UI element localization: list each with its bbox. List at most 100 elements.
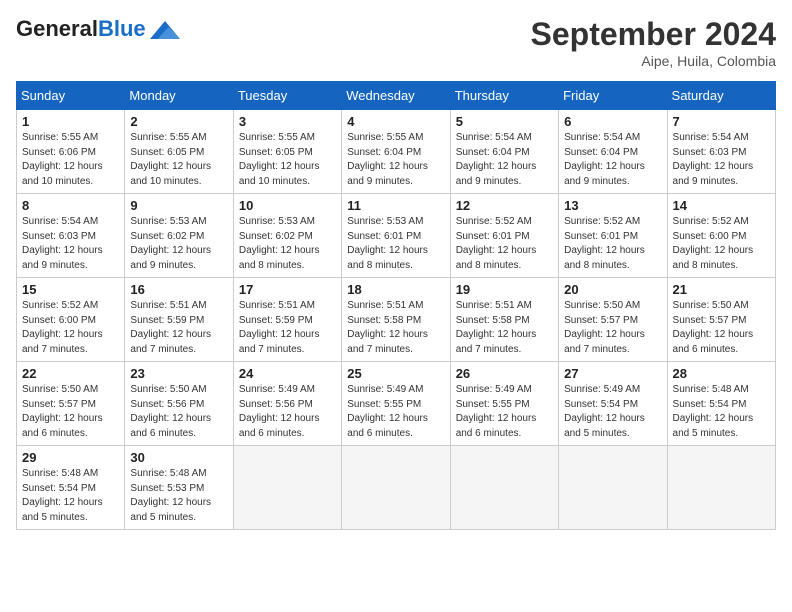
day-number: 25 [347, 366, 444, 381]
weekday-header-thursday: Thursday [450, 82, 558, 110]
day-number: 22 [22, 366, 119, 381]
calendar-cell: 15 Sunrise: 5:52 AMSunset: 6:00 PMDayligh… [17, 278, 125, 362]
day-number: 2 [130, 114, 227, 129]
day-number: 5 [456, 114, 553, 129]
calendar-cell: 24Sunrise: 5:49 AMSunset: 5:56 PMDayligh… [233, 362, 341, 446]
day-number: 26 [456, 366, 553, 381]
weekday-header-wednesday: Wednesday [342, 82, 450, 110]
day-info: Sunrise: 5:54 AMSunset: 6:03 PMDaylight:… [673, 131, 770, 189]
day-info: Sunrise: 5:54 AMSunset: 6:03 PMDaylight:… [22, 215, 119, 273]
day-info: Sunrise: 5:55 AMSunset: 6:06 PMDaylight:… [22, 131, 119, 189]
day-info: Sunrise: 5:51 AMSunset: 5:59 PMDaylight:… [130, 299, 227, 357]
day-info: Sunrise: 5:55 AMSunset: 6:04 PMDaylight:… [347, 131, 444, 189]
calendar-cell [233, 446, 341, 530]
week-row-3: 15 Sunrise: 5:52 AMSunset: 6:00 PMDayligh… [17, 278, 776, 362]
day-info: Sunrise: 5:51 AMSunset: 5:58 PMDaylight:… [347, 299, 444, 357]
calendar-cell [342, 446, 450, 530]
day-number: 3 [239, 114, 336, 129]
calendar-cell: 20 Sunrise: 5:50 AMSunset: 5:57 PMDayligh… [559, 278, 667, 362]
day-number: 21 [673, 282, 770, 297]
calendar-cell: 17 Sunrise: 5:51 AMSunset: 5:59 PMDayligh… [233, 278, 341, 362]
day-info: Sunrise: 5:52 AMSunset: 6:01 PMDaylight:… [564, 215, 661, 273]
week-row-4: 22 Sunrise: 5:50 AMSunset: 5:57 PMDayligh… [17, 362, 776, 446]
weekday-header-sunday: Sunday [17, 82, 125, 110]
calendar-body: 1 Sunrise: 5:55 AMSunset: 6:06 PMDaylight… [17, 110, 776, 530]
calendar-cell: 2 Sunrise: 5:55 AMSunset: 6:05 PMDaylight… [125, 110, 233, 194]
day-info: Sunrise: 5:50 AMSunset: 5:57 PMDaylight:… [564, 299, 661, 357]
day-info: Sunrise: 5:49 AMSunset: 5:54 PMDaylight:… [564, 383, 661, 441]
calendar-cell: 26 Sunrise: 5:49 AMSunset: 5:55 PMDayligh… [450, 362, 558, 446]
day-info: Sunrise: 5:55 AMSunset: 6:05 PMDaylight:… [130, 131, 227, 189]
calendar-cell: 3 Sunrise: 5:55 AMSunset: 6:05 PMDaylight… [233, 110, 341, 194]
day-info: Sunrise: 5:55 AMSunset: 6:05 PMDaylight:… [239, 131, 336, 189]
day-number: 28 [673, 366, 770, 381]
calendar-cell: 10 Sunrise: 5:53 AMSunset: 6:02 PMDayligh… [233, 194, 341, 278]
day-number: 27 [564, 366, 661, 381]
day-number: 1 [22, 114, 119, 129]
day-number: 16 [130, 282, 227, 297]
weekday-header-friday: Friday [559, 82, 667, 110]
day-number: 17 [239, 282, 336, 297]
calendar-cell: 27 Sunrise: 5:49 AMSunset: 5:54 PMDayligh… [559, 362, 667, 446]
weekday-header-saturday: Saturday [667, 82, 775, 110]
day-info: Sunrise: 5:52 AMSunset: 6:00 PMDaylight:… [22, 299, 119, 357]
day-info: Sunrise: 5:49 AMSunset: 5:55 PMDaylight:… [347, 383, 444, 441]
calendar-cell: 19Sunrise: 5:51 AMSunset: 5:58 PMDayligh… [450, 278, 558, 362]
subtitle: Aipe, Huila, Colombia [531, 53, 776, 69]
calendar-cell: 11 Sunrise: 5:53 AMSunset: 6:01 PMDayligh… [342, 194, 450, 278]
day-number: 9 [130, 198, 227, 213]
day-info: Sunrise: 5:48 AMSunset: 5:54 PMDaylight:… [22, 467, 119, 525]
calendar-cell: 18 Sunrise: 5:51 AMSunset: 5:58 PMDayligh… [342, 278, 450, 362]
calendar: SundayMondayTuesdayWednesdayThursdayFrid… [16, 81, 776, 530]
day-number: 14 [673, 198, 770, 213]
day-info: Sunrise: 5:52 AMSunset: 6:00 PMDaylight:… [673, 215, 770, 273]
day-info: Sunrise: 5:48 AMSunset: 5:54 PMDaylight:… [673, 383, 770, 441]
day-number: 8 [22, 198, 119, 213]
day-info: Sunrise: 5:50 AMSunset: 5:57 PMDaylight:… [22, 383, 119, 441]
day-info: Sunrise: 5:51 AMSunset: 5:59 PMDaylight:… [239, 299, 336, 357]
day-number: 20 [564, 282, 661, 297]
day-info: Sunrise: 5:49 AMSunset: 5:56 PMDaylight:… [239, 383, 336, 441]
day-number: 13 [564, 198, 661, 213]
day-info: Sunrise: 5:50 AMSunset: 5:56 PMDaylight:… [130, 383, 227, 441]
calendar-cell: 5 Sunrise: 5:54 AMSunset: 6:04 PMDaylight… [450, 110, 558, 194]
day-info: Sunrise: 5:48 AMSunset: 5:53 PMDaylight:… [130, 467, 227, 525]
weekday-header-monday: Monday [125, 82, 233, 110]
day-info: Sunrise: 5:53 AMSunset: 6:01 PMDaylight:… [347, 215, 444, 273]
calendar-cell: 13 Sunrise: 5:52 AMSunset: 6:01 PMDayligh… [559, 194, 667, 278]
logo: GeneralBlue [16, 16, 180, 42]
calendar-cell: 29 Sunrise: 5:48 AMSunset: 5:54 PMDayligh… [17, 446, 125, 530]
day-number: 30 [130, 450, 227, 465]
calendar-cell: 1 Sunrise: 5:55 AMSunset: 6:06 PMDaylight… [17, 110, 125, 194]
calendar-cell: 8 Sunrise: 5:54 AMSunset: 6:03 PMDaylight… [17, 194, 125, 278]
day-number: 15 [22, 282, 119, 297]
day-info: Sunrise: 5:53 AMSunset: 6:02 PMDaylight:… [239, 215, 336, 273]
day-number: 19 [456, 282, 553, 297]
week-row-5: 29 Sunrise: 5:48 AMSunset: 5:54 PMDayligh… [17, 446, 776, 530]
day-info: Sunrise: 5:53 AMSunset: 6:02 PMDaylight:… [130, 215, 227, 273]
calendar-cell: 16 Sunrise: 5:51 AMSunset: 5:59 PMDayligh… [125, 278, 233, 362]
month-title: September 2024 [531, 16, 776, 53]
day-number: 6 [564, 114, 661, 129]
header: GeneralBlue September 2024 Aipe, Huila, … [16, 16, 776, 69]
day-info: Sunrise: 5:54 AMSunset: 6:04 PMDaylight:… [456, 131, 553, 189]
calendar-cell: 28 Sunrise: 5:48 AMSunset: 5:54 PMDayligh… [667, 362, 775, 446]
calendar-cell: 30 Sunrise: 5:48 AMSunset: 5:53 PMDayligh… [125, 446, 233, 530]
day-number: 10 [239, 198, 336, 213]
day-info: Sunrise: 5:49 AMSunset: 5:55 PMDaylight:… [456, 383, 553, 441]
day-number: 11 [347, 198, 444, 213]
day-number: 18 [347, 282, 444, 297]
calendar-cell: 9 Sunrise: 5:53 AMSunset: 6:02 PMDaylight… [125, 194, 233, 278]
day-number: 7 [673, 114, 770, 129]
calendar-cell: 21Sunrise: 5:50 AMSunset: 5:57 PMDayligh… [667, 278, 775, 362]
day-number: 12 [456, 198, 553, 213]
calendar-cell: 6 Sunrise: 5:54 AMSunset: 6:04 PMDaylight… [559, 110, 667, 194]
title-area: September 2024 Aipe, Huila, Colombia [531, 16, 776, 69]
day-info: Sunrise: 5:54 AMSunset: 6:04 PMDaylight:… [564, 131, 661, 189]
week-row-1: 1 Sunrise: 5:55 AMSunset: 6:06 PMDaylight… [17, 110, 776, 194]
day-number: 29 [22, 450, 119, 465]
logo-icon [150, 21, 180, 39]
calendar-cell: 25 Sunrise: 5:49 AMSunset: 5:55 PMDayligh… [342, 362, 450, 446]
week-row-2: 8 Sunrise: 5:54 AMSunset: 6:03 PMDaylight… [17, 194, 776, 278]
day-number: 23 [130, 366, 227, 381]
